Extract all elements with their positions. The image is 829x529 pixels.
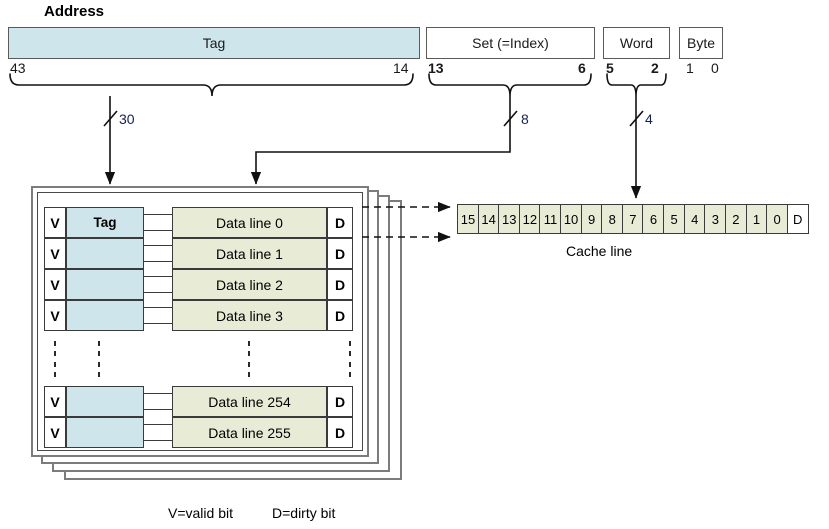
data-line-cell: Data line 254 bbox=[172, 386, 327, 417]
address-field-byte: Byte bbox=[679, 27, 723, 59]
cache-line-word: 5 bbox=[663, 204, 686, 234]
cache-line-word: 8 bbox=[601, 204, 624, 234]
cache-line-word: 9 bbox=[580, 204, 603, 234]
tag-data-connector bbox=[144, 214, 172, 231]
width-label-word: 4 bbox=[645, 111, 653, 127]
address-field-tag: Tag bbox=[8, 27, 420, 59]
bit-label-set-hi: 13 bbox=[428, 60, 444, 76]
data-line-label: Data line 0 bbox=[216, 214, 283, 231]
cache-line-word: 10 bbox=[560, 204, 583, 234]
cache-line-word: 1 bbox=[745, 204, 768, 234]
address-field-word-label: Word bbox=[619, 35, 654, 51]
cache-line-word: 12 bbox=[518, 204, 541, 234]
address-field-set-label: Set (=Index) bbox=[472, 35, 549, 51]
cache-line-word: 0 bbox=[766, 204, 789, 234]
bit-label-byte-hi: 1 bbox=[686, 60, 694, 76]
valid-bit-cell: V bbox=[44, 417, 66, 448]
bit-label-tag-lo: 14 bbox=[393, 60, 409, 76]
data-line-label: Data line 3 bbox=[216, 307, 283, 324]
tag-cell bbox=[66, 300, 144, 331]
tag-data-connector bbox=[144, 424, 172, 441]
valid-bit-cell: V bbox=[44, 300, 66, 331]
address-field-tag-label: Tag bbox=[202, 35, 226, 51]
data-line-cell: Data line 0 bbox=[172, 207, 327, 238]
address-field-byte-label: Byte bbox=[686, 35, 715, 51]
tag-data-connector bbox=[144, 276, 172, 293]
data-line-cell: Data line 3 bbox=[172, 300, 327, 331]
width-label-tag: 30 bbox=[119, 111, 135, 127]
cache-line-dirty-cell: D bbox=[786, 204, 809, 234]
tag-cell bbox=[66, 386, 144, 417]
cache-line-word: 14 bbox=[477, 204, 500, 234]
bit-label-byte-lo: 0 bbox=[711, 60, 719, 76]
cache-line-caption: Cache line bbox=[566, 243, 633, 259]
tag-cell bbox=[66, 238, 144, 269]
ellipsis-dirty bbox=[349, 341, 351, 377]
dirty-bit-cell: D bbox=[327, 417, 353, 448]
tag-data-connector bbox=[144, 393, 172, 410]
tag-header-label: Tag bbox=[93, 215, 117, 230]
valid-bit-cell: V bbox=[44, 207, 66, 238]
bit-label-set-lo: 6 bbox=[578, 60, 586, 76]
cache-line-word: 6 bbox=[642, 204, 665, 234]
ellipsis-tag bbox=[98, 341, 100, 377]
bit-label-word-hi: 5 bbox=[606, 60, 614, 76]
legend-valid: V=valid bit bbox=[168, 505, 233, 521]
data-line-cell: Data line 2 bbox=[172, 269, 327, 300]
cache-line-word: 3 bbox=[704, 204, 727, 234]
valid-bit-cell: V bbox=[44, 386, 66, 417]
cache-line-word: 15 bbox=[457, 204, 479, 234]
valid-bit-cell: V bbox=[44, 269, 66, 300]
data-line-label: Data line 255 bbox=[208, 424, 291, 441]
dirty-bit-cell: D bbox=[327, 300, 353, 331]
ellipsis-valid bbox=[54, 341, 56, 377]
address-field-word: Word bbox=[603, 27, 670, 59]
dirty-bit-cell: D bbox=[327, 238, 353, 269]
tag-header-cell: Tag bbox=[66, 207, 144, 238]
tag-cell bbox=[66, 417, 144, 448]
cache-line-word: 2 bbox=[724, 204, 747, 234]
bit-label-word-lo: 2 bbox=[651, 60, 659, 76]
dirty-bit-cell: D bbox=[327, 386, 353, 417]
address-field-set: Set (=Index) bbox=[426, 27, 595, 59]
cache-line-row: 15 14 13 12 11 10 9 8 7 6 5 4 3 2 1 0 D bbox=[457, 204, 809, 234]
width-label-set: 8 bbox=[521, 111, 529, 127]
tag-data-connector bbox=[144, 307, 172, 324]
bit-label-tag-hi: 43 bbox=[10, 60, 26, 76]
cache-line-word: 13 bbox=[498, 204, 521, 234]
cache-line-word: 7 bbox=[621, 204, 644, 234]
tag-cell bbox=[66, 269, 144, 300]
dirty-bit-cell: D bbox=[327, 269, 353, 300]
page-title: Address bbox=[44, 3, 105, 20]
cache-line-word: 11 bbox=[539, 204, 562, 234]
tag-data-connector bbox=[144, 245, 172, 262]
cache-line-word: 4 bbox=[683, 204, 706, 234]
data-line-cell: Data line 1 bbox=[172, 238, 327, 269]
legend-dirty: D=dirty bit bbox=[272, 505, 336, 521]
data-line-cell: Data line 255 bbox=[172, 417, 327, 448]
valid-bit-cell: V bbox=[44, 238, 66, 269]
dirty-bit-cell: D bbox=[327, 207, 353, 238]
data-line-label: Data line 2 bbox=[216, 276, 283, 293]
ellipsis-data bbox=[248, 341, 250, 377]
data-line-label: Data line 1 bbox=[216, 245, 283, 262]
data-line-label: Data line 254 bbox=[208, 393, 291, 410]
